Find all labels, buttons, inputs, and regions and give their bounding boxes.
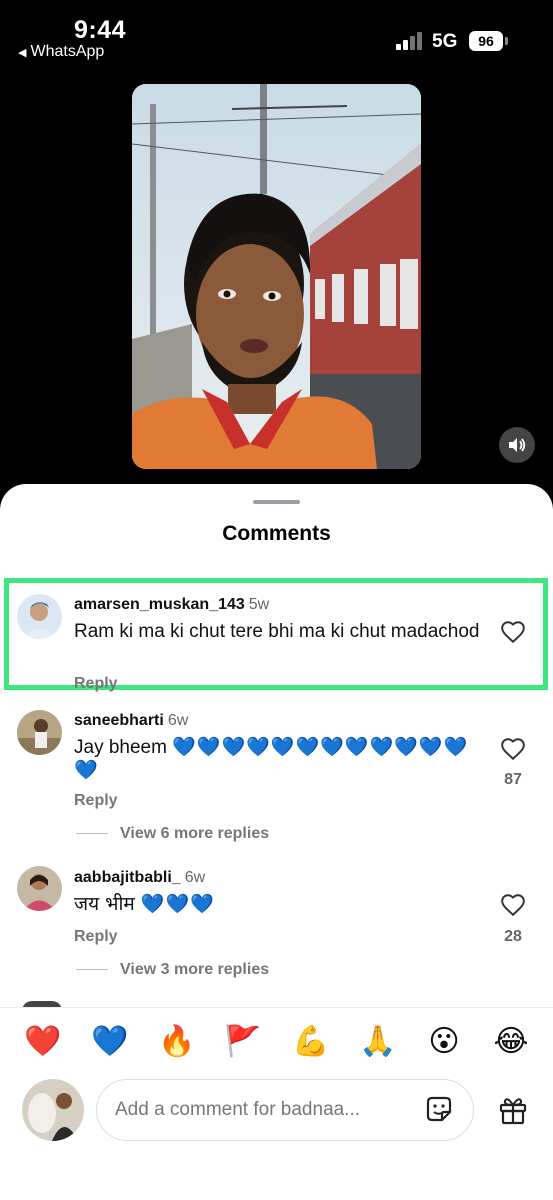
like-count: 87 [504,771,522,788]
comment-text: Jay bheem 💙💙💙💙💙💙💙💙💙💙💙💙💙 [74,737,469,781]
network-type: 5G [432,31,458,52]
video-frame [132,84,421,469]
blue-hearts-emoji: 💙💙💙 [140,893,215,915]
replies-divider [76,833,108,835]
comment-age: 6w [184,869,206,886]
avatar[interactable] [17,866,62,911]
emoji-surprised[interactable]: 😮 [426,1024,462,1060]
comment-age: 5w [248,596,270,613]
back-to-app-link[interactable]: ◀ WhatsApp [18,43,104,61]
battery-tip [505,37,508,45]
comment-age: 6w [167,712,189,729]
avatar[interactable] [17,594,62,639]
gift-icon[interactable] [497,1094,529,1126]
comment-username[interactable]: amarsen_muskan_143 5w [74,596,269,614]
back-app-label: WhatsApp [30,43,105,60]
reply-button[interactable]: Reply [74,792,118,810]
comment-username[interactable]: aabbajitbabli_ 6w [74,869,205,887]
heart-outline-icon[interactable] [500,736,526,762]
heart-outline-icon[interactable] [500,619,526,645]
heart-outline-icon[interactable] [500,892,526,918]
reel-video[interactable] [132,84,421,469]
back-arrow-icon: ◀ [18,47,27,59]
view-more-replies[interactable]: View 6 more replies [76,825,269,843]
emoji-fire[interactable]: 🔥 [158,1024,195,1060]
comment-text: जय भीम 💙💙💙 [74,893,215,915]
comment-username[interactable]: saneebharti 6w [74,712,188,730]
comment-input[interactable] [96,1079,474,1141]
sheet-grabber[interactable] [253,500,300,504]
view-more-replies[interactable]: View 3 more replies [76,961,269,979]
avatar[interactable] [17,710,62,755]
emoji-muscle[interactable]: 💪 [292,1024,329,1060]
current-user-avatar[interactable] [22,1079,84,1141]
emoji-red-heart[interactable]: ❤️ [24,1024,61,1060]
volume-button[interactable] [499,427,535,463]
status-bar: 9:44 ◀ WhatsApp 5G 96 [0,0,553,80]
reply-button[interactable]: Reply [74,928,118,946]
status-time: 9:44 [74,16,127,44]
like-count: 28 [504,928,522,945]
replies-divider [76,969,108,971]
emoji-folded-hands[interactable]: 🙏 [359,1024,396,1060]
emoji-laughing[interactable]: 😂 [493,1024,529,1060]
emoji-flag[interactable]: 🚩 [224,1024,261,1060]
emoji-blue-heart[interactable]: 💙 [91,1024,128,1060]
emoji-quick-bar: ❤️ 💙 🔥 🚩 💪 🙏 😮 😂 [0,1007,553,1075]
reply-button[interactable]: Reply [74,675,118,693]
volume-icon [509,438,526,452]
sheet-title: Comments [222,522,331,545]
comment-text: Ram ki ma ki chut tere bhi ma ki chut ma… [74,621,480,642]
comment-composer [0,1075,553,1200]
battery-indicator: 96 [469,31,503,51]
sticker-icon[interactable] [423,1093,455,1125]
signal-icon [396,32,424,50]
